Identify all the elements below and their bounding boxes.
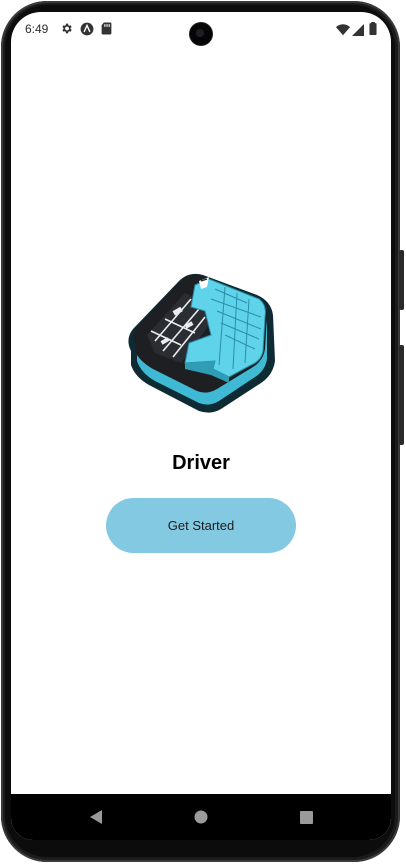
signal-icon xyxy=(352,23,364,41)
settings-icon xyxy=(60,22,73,40)
status-bar: 6:49 xyxy=(11,12,391,46)
volume-button xyxy=(399,345,404,445)
app-title: Driver xyxy=(172,452,230,474)
status-time: 6:49 xyxy=(25,22,49,36)
front-camera xyxy=(190,23,212,45)
power-button xyxy=(399,250,404,310)
system-nav-bar xyxy=(11,794,391,840)
sd-card-icon xyxy=(101,22,112,40)
map-tile-icon xyxy=(125,265,277,415)
app-screen: 6:49 Driver Get Started xyxy=(11,12,391,840)
recents-icon[interactable] xyxy=(293,804,319,830)
a-badge-icon xyxy=(80,22,94,41)
back-icon[interactable] xyxy=(83,804,109,830)
home-icon[interactable] xyxy=(188,804,214,830)
phone-device: 6:49 Driver Get Started xyxy=(0,0,406,865)
battery-icon xyxy=(369,22,377,40)
wifi-icon xyxy=(336,23,350,41)
get-started-button[interactable]: Get Started xyxy=(106,498,296,553)
